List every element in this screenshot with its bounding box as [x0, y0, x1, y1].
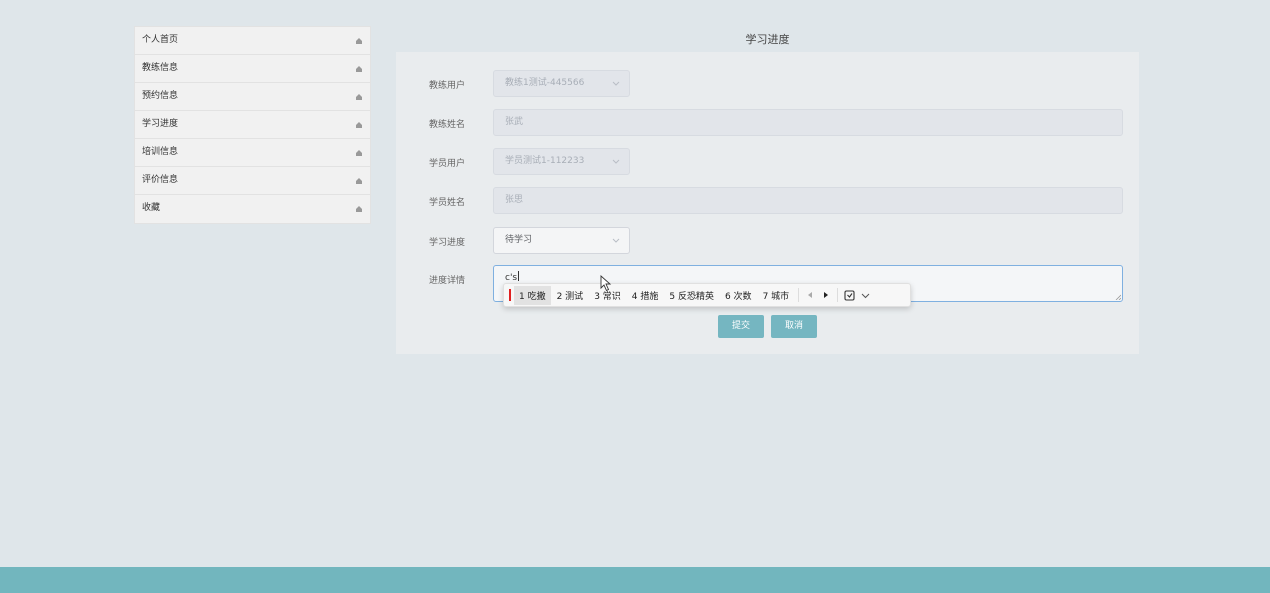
progress-value: 待学习	[505, 235, 533, 245]
home-icon	[356, 206, 362, 212]
sidebar-item-coach-info[interactable]: 教练信息	[135, 55, 370, 83]
mouse-pointer-icon	[600, 275, 612, 292]
home-icon	[356, 38, 362, 44]
ime-settings-icon[interactable]	[843, 289, 855, 301]
divider	[837, 288, 839, 302]
cancel-button[interactable]: 取消	[771, 315, 817, 338]
coach-name-label: 教练姓名	[429, 120, 466, 130]
resize-grip-icon[interactable]	[1115, 294, 1121, 300]
sidebar: 个人首页 教练信息 预约信息 学习进度 培训信息 评价信息 收藏	[134, 26, 371, 224]
coach-user-select[interactable]: 教练1测试-445566	[493, 70, 630, 97]
ime-indicator	[509, 289, 511, 301]
ime-candidate[interactable]: 2 测试	[552, 286, 589, 305]
footer-bar	[0, 567, 1270, 593]
coach-user-value: 教练1测试-445566	[505, 78, 585, 88]
ime-candidate-bar: 1 吃撒 2 测试 3 常识 4 措施 5 反恐精英 6 次数 7 城市	[503, 283, 911, 307]
sidebar-item-review-info[interactable]: 评价信息	[135, 167, 370, 195]
home-icon	[356, 66, 362, 72]
student-user-select[interactable]: 学员测试1-112233	[493, 148, 630, 175]
sidebar-item-home[interactable]: 个人首页	[135, 27, 370, 55]
progress-detail-label: 进度详情	[429, 276, 466, 286]
sidebar-item-label: 收藏	[142, 203, 161, 213]
next-page-icon[interactable]	[820, 289, 832, 301]
sidebar-item-label: 教练信息	[142, 63, 179, 73]
home-icon	[356, 178, 362, 184]
home-icon	[356, 150, 362, 156]
progress-select[interactable]: 待学习	[493, 227, 630, 254]
coach-name-input[interactable]: 张武	[493, 109, 1123, 136]
chevron-down-icon	[612, 159, 620, 164]
sidebar-item-study-progress[interactable]: 学习进度	[135, 111, 370, 139]
sidebar-item-training-info[interactable]: 培训信息	[135, 139, 370, 167]
sidebar-item-label: 学习进度	[142, 119, 179, 129]
student-name-value: 张思	[505, 195, 524, 205]
home-icon	[356, 94, 362, 100]
student-name-input[interactable]: 张思	[493, 187, 1123, 214]
ime-candidate[interactable]: 4 措施	[627, 286, 664, 305]
sidebar-item-booking-info[interactable]: 预约信息	[135, 83, 370, 111]
sidebar-item-label: 培训信息	[142, 147, 179, 157]
page-title: 学习进度	[745, 33, 790, 46]
sidebar-item-label: 个人首页	[142, 35, 179, 45]
progress-detail-value: c's	[505, 273, 518, 283]
progress-label: 学习进度	[429, 238, 466, 248]
student-user-label: 学员用户	[429, 159, 466, 169]
coach-name-value: 张武	[505, 117, 524, 127]
sidebar-item-label: 评价信息	[142, 175, 179, 185]
chevron-down-icon[interactable]	[859, 289, 871, 301]
student-name-label: 学员姓名	[429, 198, 466, 208]
ime-candidate[interactable]: 1 吃撒	[514, 285, 551, 305]
home-icon	[356, 122, 362, 128]
ime-candidate[interactable]: 7 城市	[758, 286, 795, 305]
ime-candidate[interactable]: 6 次数	[720, 286, 757, 305]
ime-candidate[interactable]: 5 反恐精英	[664, 286, 719, 305]
student-user-value: 学员测试1-112233	[505, 156, 585, 166]
chevron-down-icon	[612, 81, 620, 86]
divider	[798, 288, 800, 302]
coach-user-label: 教练用户	[429, 81, 466, 91]
prev-page-icon[interactable]	[804, 289, 816, 301]
submit-button[interactable]: 提交	[718, 315, 764, 338]
sidebar-item-label: 预约信息	[142, 91, 179, 101]
text-caret	[518, 271, 520, 281]
sidebar-item-favorites[interactable]: 收藏	[135, 195, 370, 223]
chevron-down-icon	[612, 238, 620, 243]
